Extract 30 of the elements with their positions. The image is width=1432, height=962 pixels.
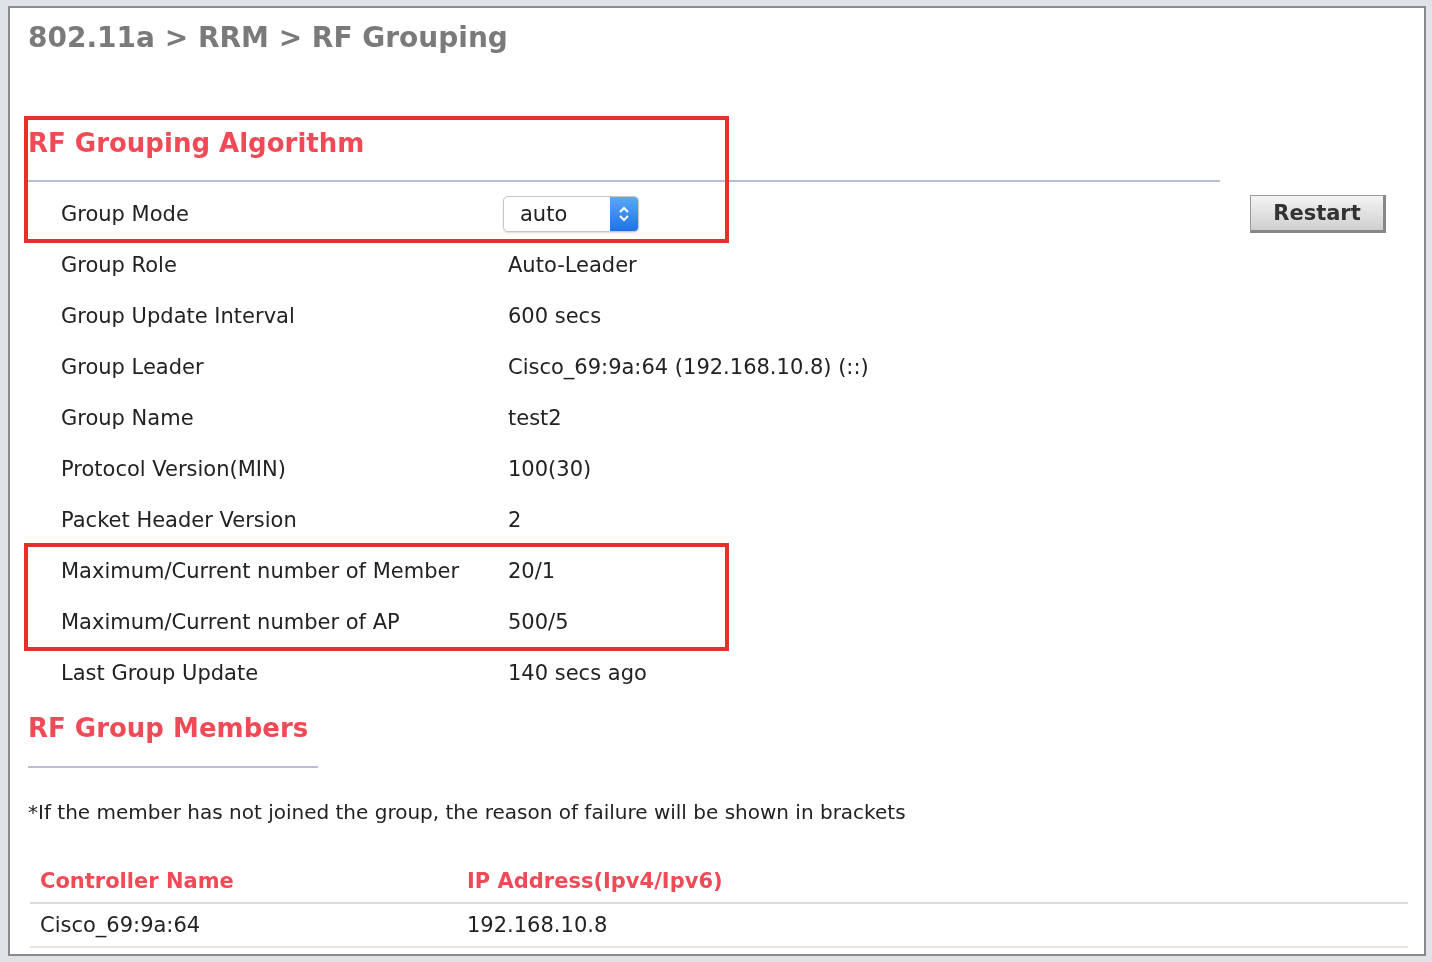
field-label: Last Group Update bbox=[61, 660, 260, 685]
field-label: Group Update Interval bbox=[61, 303, 296, 328]
field-label: Maximum/Current number of Member bbox=[61, 558, 461, 583]
field-value: test2 bbox=[508, 405, 562, 430]
note-text: *If the member has not joined the group, the reason of failure will be shown in brackets bbox=[28, 800, 906, 824]
field-label: Group Name bbox=[61, 405, 195, 430]
field-label: Packet Header Version bbox=[61, 507, 298, 532]
field-value: 100(30) bbox=[508, 456, 592, 481]
updown-arrows-icon bbox=[610, 196, 638, 231]
field-label: Group Mode bbox=[61, 201, 190, 226]
column-header: IP Address(Ipv4/Ipv6) bbox=[457, 860, 1408, 903]
breadcrumb-title: 802.11a > RRM > RF Grouping bbox=[28, 20, 508, 56]
restart-button[interactable]: Restart bbox=[1250, 194, 1386, 233]
column-header: Controller Name bbox=[30, 860, 457, 903]
field-label: Group Role bbox=[61, 252, 178, 277]
field-label: Maximum/Current number of AP bbox=[61, 609, 401, 634]
field-label: Group Leader bbox=[61, 354, 205, 379]
table-cell: 192.168.10.8 bbox=[457, 903, 1408, 947]
field-value: Auto-Leader bbox=[508, 252, 637, 277]
group-mode-select[interactable]: auto bbox=[503, 195, 639, 232]
field-value: 600 secs bbox=[508, 303, 602, 328]
field-label: Protocol Version(MIN) bbox=[61, 456, 287, 481]
field-value: 500/5 bbox=[508, 609, 569, 634]
field-value: 20/1 bbox=[508, 558, 556, 583]
table-cell: Cisco_69:9a:64 bbox=[30, 903, 457, 947]
field-value: Cisco_69:9a:64 (192.168.10.8) (::) bbox=[508, 354, 869, 379]
section-heading: RF Group Members bbox=[28, 718, 318, 768]
section-heading: RF Grouping Algorithm bbox=[28, 116, 1220, 182]
field-value: 2 bbox=[508, 507, 522, 532]
field-value: 140 secs ago bbox=[508, 660, 647, 685]
